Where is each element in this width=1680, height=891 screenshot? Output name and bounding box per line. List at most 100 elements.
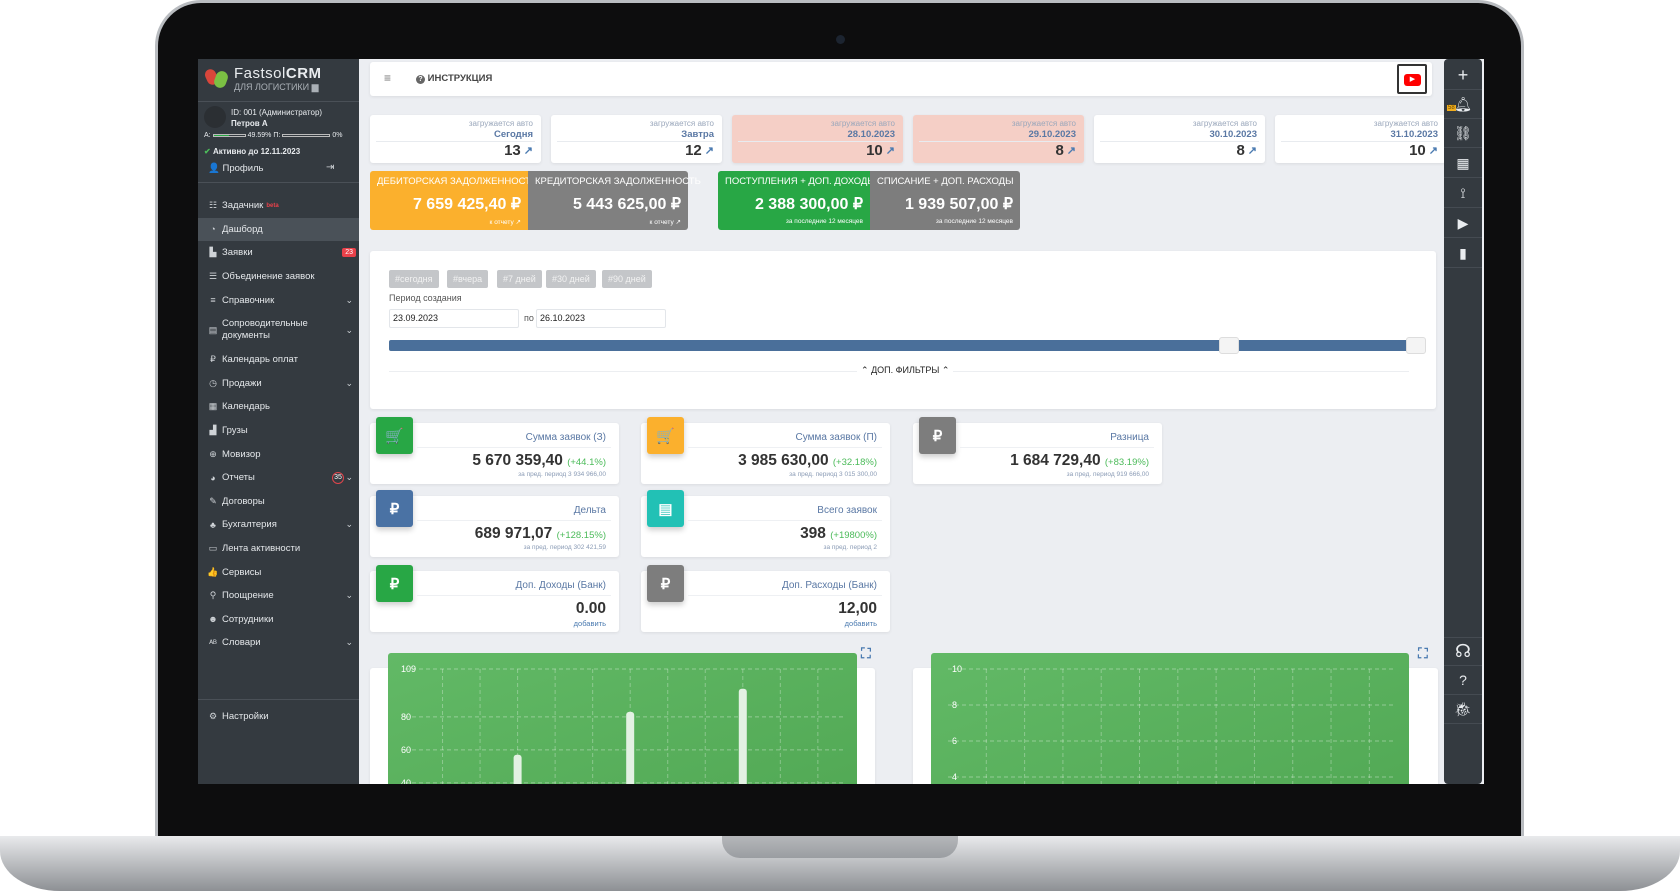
chevron-down-icon[interactable]: ⌄ [345, 295, 353, 306]
sidebar-item-signature[interactable]: ✎ Договоры [198, 490, 359, 514]
bar[interactable] [513, 754, 522, 784]
external-link-icon[interactable]: ↗ [705, 144, 714, 157]
date-from-input[interactable]: 23.09.2023 [389, 309, 519, 328]
stat-value-text: 398 [800, 525, 826, 542]
finance-sub: к отчету ↗ [377, 218, 521, 226]
sidebar-item-cargo[interactable]: ▟ Грузы [198, 419, 359, 443]
load-card: загружается авто 28.10.2023 10 ↗ [732, 115, 903, 163]
sidebar-item-tasks[interactable]: ☷ Задачник beta [198, 194, 359, 218]
profile-link[interactable]: 👤 Профиль [208, 163, 264, 174]
sidebar-item-stopwatch[interactable]: ◷ Продажи ⌄ [198, 372, 359, 396]
load-card: загружается авто Сегодня 13 ↗ [370, 115, 541, 163]
youtube-video-button[interactable]: ▶ [1397, 64, 1427, 94]
finance-sub: к отчету ↗ [535, 218, 681, 226]
load-card-count-value: 12 [685, 142, 702, 159]
brand[interactable]: FastsolCRM [234, 65, 322, 82]
stat-previous: за пред. период 2 [823, 544, 877, 551]
chevron-down-icon[interactable]: ⌄ [345, 378, 353, 389]
sidebar-item-document[interactable]: ▤ Сопроводительные документы ⌄ [198, 312, 359, 348]
avatar[interactable] [204, 106, 226, 128]
finance-card[interactable]: ДЕБИТОРСКАЯ ЗАДОЛЖЕННОСТЬ 7 659 425,40 ₽ к… [370, 171, 537, 230]
chart-2-svg: 10 8 6 4 [948, 664, 1395, 784]
quick-filter-chip[interactable]: #90 дней [602, 270, 652, 288]
sidebar-item-thumbs-up[interactable]: 👍 Сервисы [198, 560, 359, 584]
logout-icon[interactable]: ⇥ [326, 162, 334, 173]
sidebar-item-table[interactable]: ▭ Лента активности [198, 537, 359, 561]
stat-value-text: 3 985 630,00 [738, 452, 829, 469]
sidebar-item-ruble[interactable]: ₽ Календарь оплат [198, 348, 359, 372]
quick-filter-chip[interactable]: #7 дней [497, 270, 542, 288]
sidebar-item-spell-check[interactable]: ᴬᴮ Словари ⌄ [198, 631, 359, 655]
chevron-down-icon[interactable]: ⌄ [345, 325, 353, 336]
sidebar-item-label: Сотрудники [222, 613, 274, 625]
bar[interactable] [626, 711, 635, 784]
sidebar-item-search-plus[interactable]: ⊕ Мовизор [198, 442, 359, 466]
external-link-icon[interactable]: ↗ [674, 219, 681, 226]
chevron-down-icon[interactable]: ⌄ [345, 472, 353, 483]
finance-value: 2 388 300,00 ₽ [754, 196, 863, 213]
sidebar-item-dashboard[interactable]: ◔ Дашборд [198, 217, 359, 242]
link-icon: ⛓ [1454, 124, 1472, 141]
route-button[interactable]: ⟟ [1444, 179, 1482, 208]
brand-subtitle-text: ДЛЯ ЛОГИСТИКИ [234, 82, 310, 92]
hamburger-menu-icon[interactable]: ≡ [384, 71, 391, 85]
sidebar-item-label: Лента активности [222, 543, 301, 555]
links-button[interactable]: ⛓ [1444, 119, 1482, 148]
sidebar-item-list[interactable]: ☰ Объединение заявок [198, 265, 359, 289]
tie-button[interactable]: ▮ [1444, 239, 1482, 268]
instruction-link[interactable]: ? ИНСТРУКЦИЯ [416, 73, 492, 84]
p-value: 0% [332, 132, 343, 139]
add-button[interactable]: + [1444, 61, 1482, 90]
support-button[interactable]: ☊ [1444, 637, 1482, 666]
y-tick-label: 109 [401, 664, 416, 674]
slider-handle-end[interactable] [1406, 337, 1426, 354]
chevrons-up-icon: ⌃ [941, 365, 950, 375]
external-link-icon[interactable]: ↗ [1248, 144, 1257, 157]
divider [417, 595, 611, 596]
quick-filter-chip[interactable]: #сегодня [389, 270, 439, 288]
expand-icon[interactable]: ⛶ [1418, 645, 1428, 662]
stat-value-text: 0.00 [575, 600, 606, 617]
chevron-down-icon[interactable]: ⌄ [345, 519, 353, 530]
bug-report-button[interactable]: 🐞︎ [1444, 695, 1482, 724]
sidebar-item-truck[interactable]: ▙ Заявки 23 [198, 241, 359, 265]
sidebar-item-piggy-bank[interactable]: ♣ Бухгалтерия ⌄ [198, 513, 359, 537]
date-range-slider[interactable] [389, 337, 1426, 354]
finance-card[interactable]: СПИСАНИЕ + ДОП. РАСХОДЫ 1 939 507,00 ₽ за … [870, 171, 1020, 230]
y-tick-label: 60 [401, 745, 411, 755]
date-to-input[interactable]: 26.10.2023 [536, 309, 666, 328]
quick-filter-chip[interactable]: #30 дней [546, 270, 596, 288]
help-button[interactable]: ? [1444, 666, 1482, 695]
external-link-icon[interactable]: ↗ [1429, 144, 1438, 157]
y-tick-label: 10 [952, 664, 962, 674]
sidebar-item-settings[interactable]: ⚙ Настройки [198, 705, 359, 728]
external-link-icon[interactable]: ↗ [514, 219, 521, 226]
bar[interactable] [738, 688, 747, 784]
brand-bold: CRM [285, 65, 322, 82]
chevron-down-icon[interactable]: ⌄ [345, 637, 353, 648]
sidebar-item-award[interactable]: ⚲ Поощрение ⌄ [198, 584, 359, 608]
load-card-count: 10 ↗ [866, 142, 895, 159]
sidebar-item-pie-chart[interactable]: ◕ Отчеты 35 ⌄ [198, 466, 359, 490]
more-filters-toggle[interactable]: ⌃ ДОП. ФИЛЬТРЫ ⌃ [857, 365, 954, 376]
finance-card[interactable]: КРЕДИТОРСКАЯ ЗАДОЛЖЕННОСТЬ 5 443 625,00 ₽… [528, 171, 701, 230]
external-link-icon[interactable]: ↗ [524, 144, 533, 157]
calculator-button[interactable]: ▦ [1444, 149, 1482, 178]
add-link[interactable]: добавить [574, 619, 606, 628]
play-button[interactable]: ▶ [1444, 209, 1482, 238]
external-link-icon[interactable]: ↗ [1067, 144, 1076, 157]
quick-filter-chip[interactable]: #вчера [447, 270, 489, 288]
sidebar-item-calendar[interactable]: ▦ Календарь [198, 395, 359, 419]
chevron-down-icon[interactable]: ⌄ [345, 590, 353, 601]
plus-icon: + [1457, 64, 1469, 85]
finance-card[interactable]: ПОСТУПЛЕНИЯ + ДОП. ДОХОДЫ 2 388 300,00 ₽ з… [718, 171, 876, 230]
expand-icon[interactable]: ⛶ [861, 645, 871, 662]
slider-handle-start[interactable] [1218, 337, 1239, 354]
chart-2: 10 8 6 4 [931, 653, 1409, 784]
sidebar-item-database[interactable]: ≡ Справочник ⌄ [198, 288, 359, 312]
add-link[interactable]: добавить [845, 619, 877, 628]
sidebar-item-users[interactable]: ☻ Сотрудники [198, 608, 359, 632]
notifications-button[interactable]: 🔔︎ 58 [1444, 90, 1482, 119]
external-link-icon[interactable]: ↗ [886, 144, 895, 157]
y-tick-label: 40 [401, 778, 411, 784]
